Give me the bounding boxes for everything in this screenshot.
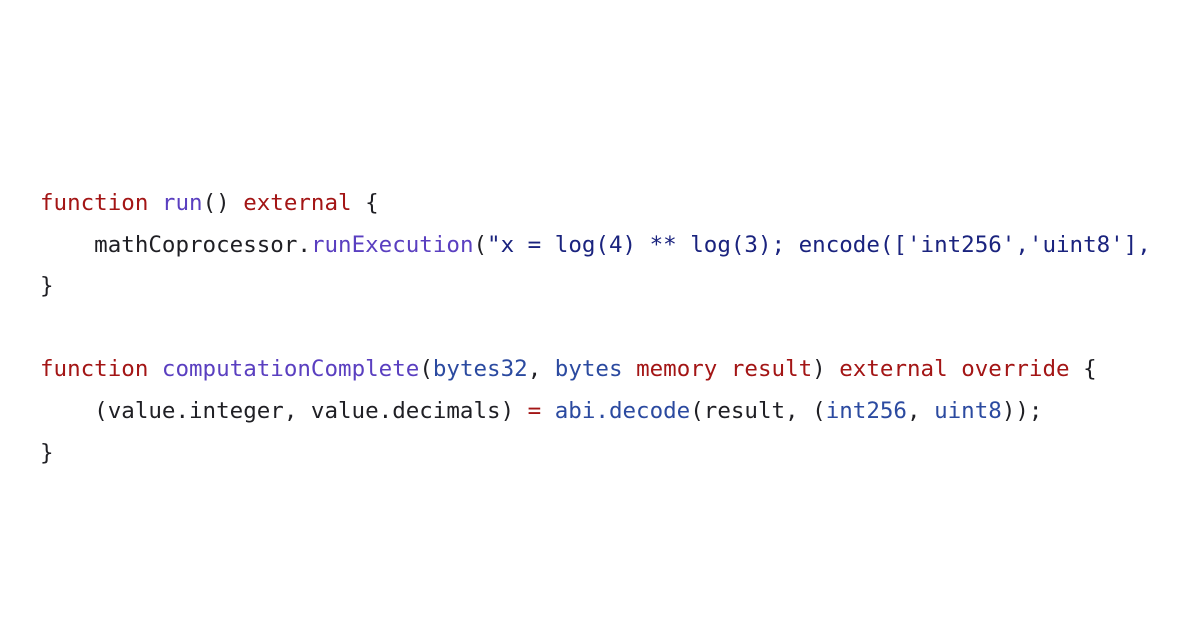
code-line: }	[40, 433, 1200, 475]
code-token-type: bytes	[554, 356, 623, 383]
code-line: function computationComplete(bytes32, by…	[40, 349, 1200, 391]
code-token-string: "x = log(4) ** log(3); encode(['int256',…	[487, 231, 1151, 258]
code-token-function-name: run	[161, 190, 203, 216]
code-token-keyword: external	[839, 356, 948, 383]
code-token-keyword: function	[40, 190, 149, 216]
code-token-plain: {	[351, 190, 379, 216]
code-token-plain: }	[40, 273, 54, 300]
code-token-plain: (value.integer, value.decimals)	[40, 397, 528, 424]
code-token-plain: }	[40, 439, 54, 466]
code-token-function-name: computationComplete	[161, 356, 420, 383]
code-block: function run() external { mathCoprocesso…	[40, 183, 1200, 474]
code-line: }	[40, 266, 1200, 308]
code-token-plain: mathCoprocessor.	[40, 231, 311, 258]
code-token-keyword: memory	[636, 356, 718, 383]
code-token-type: abi.decode	[554, 397, 691, 424]
code-token-type: int256	[825, 397, 907, 424]
code-line: mathCoprocessor.runExecution("x = log(4)…	[40, 225, 1200, 267]
code-token-plain: (	[419, 356, 433, 383]
code-token-plain: {	[1069, 356, 1097, 383]
code-token-plain: ,	[527, 356, 555, 383]
code-token-plain: ()	[202, 190, 244, 216]
code-line: (value.integer, value.decimals) = abi.de…	[40, 391, 1200, 433]
code-token-keyword: override	[961, 356, 1070, 383]
code-token-function-name: runExecution	[310, 231, 474, 258]
code-token-plain: ));	[1001, 397, 1043, 424]
code-token-type: bytes32	[432, 356, 528, 383]
code-token-keyword: =	[527, 397, 542, 424]
code-token-plain: )	[812, 356, 840, 383]
code-token-plain: ,	[906, 397, 935, 424]
code-token-keyword: result	[730, 356, 813, 383]
code-line: function run() external {	[40, 183, 1200, 225]
code-token-plain: (result, (	[690, 397, 826, 424]
code-token-keyword: function	[40, 356, 149, 383]
code-token-plain: (	[473, 231, 488, 258]
code-token-type: uint8	[934, 397, 1002, 424]
code-token-keyword: external	[243, 190, 352, 216]
